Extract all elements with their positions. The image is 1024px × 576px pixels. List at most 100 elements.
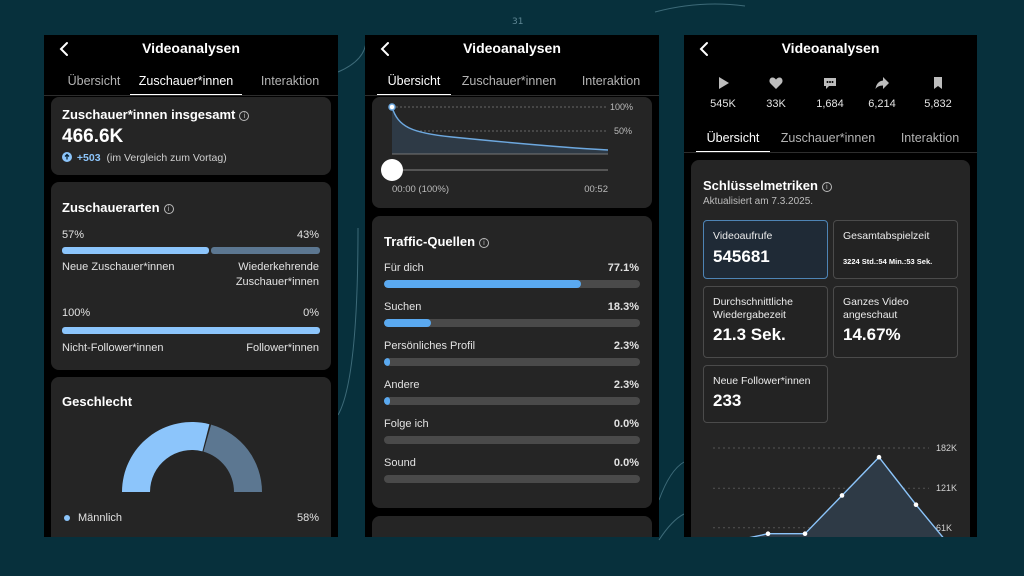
- non-followers-label: Nicht-Follower*innen: [62, 342, 164, 354]
- retention-label-100: 100%: [610, 102, 634, 112]
- phone-screen-key-metrics: Videoanalysen 545K 33K 1,684 6,214 5,832…: [684, 35, 977, 537]
- comment-icon: [824, 78, 836, 89]
- returning-viewers-label: Wiederkehrende: [238, 261, 319, 273]
- tab-bar: Übersicht Zuschauer*innen Interaktion: [684, 127, 977, 153]
- retention-card: 100% 50% 00:00 (100%) 00:52: [372, 97, 652, 208]
- change-value: +503: [76, 152, 101, 164]
- phone-screen-viewers: Videoanalysen Übersicht Zuschauer*innen …: [44, 35, 338, 537]
- info-icon[interactable]: i: [163, 204, 174, 214]
- tab-interaction[interactable]: Interaktion: [888, 127, 972, 153]
- tab-bar: Übersicht Zuschauer*innen Interaktion: [365, 70, 659, 96]
- traffic-pct: 18.3%: [607, 301, 639, 313]
- page-title: Videoanalysen: [463, 40, 561, 56]
- traffic-pct: 0.0%: [613, 457, 639, 469]
- new-viewers-label: Neue Zuschauer*innen: [62, 261, 175, 273]
- metric-avg-watch-time[interactable]: Durchschnittliche Wiedergabezeit 21.3 Sek…: [703, 286, 828, 358]
- page-title: Videoanalysen: [142, 40, 240, 56]
- stat-views: 545K: [697, 75, 749, 110]
- scrubber-track[interactable]: [392, 169, 608, 171]
- metric-total-play-time[interactable]: Gesamtabspielzeit 3224 Std.:54 Min.:53 S…: [833, 220, 958, 279]
- traffic-bar-fill: [384, 319, 431, 327]
- traffic-bar-track: [384, 397, 640, 405]
- tab-overview[interactable]: Übersicht: [696, 127, 770, 153]
- traffic-pct: 77.1%: [607, 262, 639, 274]
- tab-bar: Übersicht Zuschauer*innen Interaktion: [44, 70, 338, 96]
- chart-point: [802, 531, 808, 537]
- card-title: Zuschauer*innen insgesamt i: [62, 107, 250, 122]
- next-card: [372, 516, 652, 537]
- total-viewers-value: 466.6K: [62, 126, 124, 147]
- tab-viewers[interactable]: Zuschauer*innen: [453, 70, 565, 96]
- tab-viewers[interactable]: Zuschauer*innen: [772, 127, 884, 153]
- traffic-label: Andere: [384, 379, 420, 391]
- traffic-pct: 2.3%: [613, 340, 639, 352]
- time-end: 00:52: [584, 184, 608, 195]
- traffic-bar-fill: [384, 397, 390, 405]
- header: Videoanalysen: [44, 35, 338, 63]
- phone-screen-overview: Videoanalysen Übersicht Zuschauer*innen …: [365, 35, 659, 537]
- arrow-up-circle-icon: [62, 152, 72, 162]
- change-row: +503 (im Vergleich zum Vortag): [62, 152, 227, 164]
- chart-point: [839, 493, 845, 498]
- stat-saves: 5,832: [912, 75, 964, 110]
- page-title: Videoanalysen: [781, 40, 880, 56]
- chart-start-point: [388, 103, 396, 111]
- tab-overview[interactable]: Übersicht: [58, 70, 130, 96]
- gauge-segment-male: [122, 422, 210, 492]
- traffic-label: Suchen: [384, 301, 422, 313]
- views-line-chart: 182K121K61K: [713, 443, 957, 537]
- time-start: 00:00 (100%): [392, 184, 450, 195]
- card-title: Schlüsselmetriken i: [703, 178, 832, 193]
- gender-card: Geschlecht Männlich 58%: [51, 377, 331, 537]
- gender-gauge: [122, 422, 262, 492]
- traffic-label: Sound: [384, 457, 416, 469]
- tab-overview[interactable]: Übersicht: [377, 70, 451, 96]
- stat-comments: 1,684: [804, 75, 856, 110]
- traffic-bar-track: [384, 436, 640, 444]
- metric-video-views[interactable]: Videoaufrufe 545681: [703, 220, 828, 279]
- bookmark-icon: [934, 77, 942, 89]
- non-followers-pct: 100%: [62, 307, 91, 319]
- card-title: Traffic-Quellen i: [384, 234, 490, 249]
- traffic-bar-track: [384, 475, 640, 483]
- new-viewers-bar: [62, 247, 209, 254]
- returning-viewers-label: Zuschauer*innen: [235, 276, 319, 288]
- traffic-label: Für dich: [384, 262, 424, 274]
- traffic-bar-fill: [384, 358, 390, 366]
- info-icon[interactable]: i: [821, 182, 832, 192]
- returning-viewers-pct: 43%: [296, 229, 319, 241]
- y-tick-label: 121K: [936, 483, 957, 493]
- tab-interaction[interactable]: Interaktion: [248, 70, 332, 96]
- legend-dot: [64, 515, 70, 521]
- tab-interaction[interactable]: Interaktion: [569, 70, 653, 96]
- male-label: Männlich: [78, 512, 123, 524]
- share-icon: [875, 77, 889, 89]
- page-number: 31: [512, 17, 524, 27]
- followers-pct: 0%: [303, 307, 319, 319]
- info-icon[interactable]: i: [239, 111, 250, 121]
- metric-full-video[interactable]: Ganzes Video angeschaut 14.67%: [833, 286, 958, 358]
- traffic-pct: 2.3%: [613, 379, 639, 391]
- traffic-label: Persönliches Profil: [384, 340, 476, 352]
- retention-label-50: 50%: [614, 126, 633, 136]
- non-followers-bar: [62, 327, 320, 334]
- play-icon: [719, 77, 729, 89]
- chart-point: [913, 502, 919, 508]
- card-title: Zuschauerarten i: [62, 200, 174, 215]
- returning-viewers-bar: [211, 247, 320, 254]
- card-title: Geschlecht: [62, 394, 133, 409]
- new-viewers-pct: 57%: [62, 229, 85, 241]
- chart-point: [876, 454, 882, 460]
- key-metrics-card: Schlüsselmetriken i Aktualisiert am 7.3.2…: [691, 160, 970, 537]
- info-icon[interactable]: i: [479, 238, 490, 248]
- traffic-sources-card: Traffic-Quellen i Für dich 77.1% Suchen 18.3…: [372, 216, 652, 508]
- header: Videoanalysen: [365, 35, 659, 63]
- metric-new-followers[interactable]: Neue Follower*innen 233: [703, 365, 828, 423]
- stat-shares: 6,214: [856, 75, 908, 110]
- updated-date: Aktualisiert am 7.3.2025.: [703, 196, 814, 207]
- scrubber-handle[interactable]: [381, 159, 403, 181]
- male-pct: 58%: [296, 512, 319, 524]
- change-note: (im Vergleich zum Vortag): [106, 152, 227, 164]
- traffic-bar-track: [384, 280, 640, 288]
- tab-viewers[interactable]: Zuschauer*innen: [130, 70, 242, 96]
